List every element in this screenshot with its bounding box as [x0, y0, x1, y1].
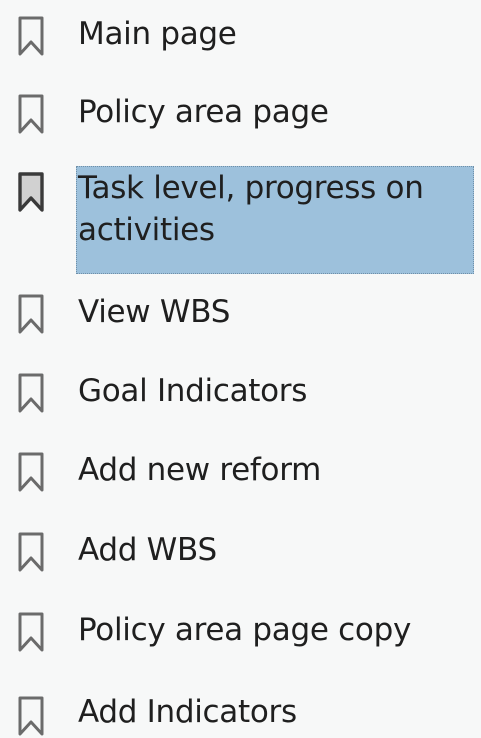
bookmark-icon	[17, 696, 45, 736]
bookmark-icon	[17, 452, 45, 492]
bookmark-label: Add WBS	[78, 532, 217, 568]
bookmark-icon	[17, 612, 45, 652]
bookmark-icon	[17, 532, 45, 572]
bookmark-label: Goal Indicators	[78, 373, 308, 409]
bookmark-label: Task level, progress on activities	[76, 166, 474, 274]
bookmark-label: View WBS	[78, 294, 231, 330]
bookmark-icon	[17, 373, 45, 413]
bookmark-label: Policy area page copy	[78, 612, 412, 648]
bookmark-label: Policy area page	[78, 94, 329, 130]
bookmark-icon	[17, 94, 45, 134]
bookmark-list: Main page Policy area page Task level, p…	[0, 0, 481, 738]
bookmark-icon	[17, 16, 45, 56]
bookmark-icon	[17, 172, 45, 212]
bookmark-label: Add new reform	[78, 452, 322, 488]
bookmark-label: Add Indicators	[78, 694, 297, 730]
bookmark-icon	[17, 294, 45, 334]
bookmark-label: Main page	[78, 16, 237, 52]
